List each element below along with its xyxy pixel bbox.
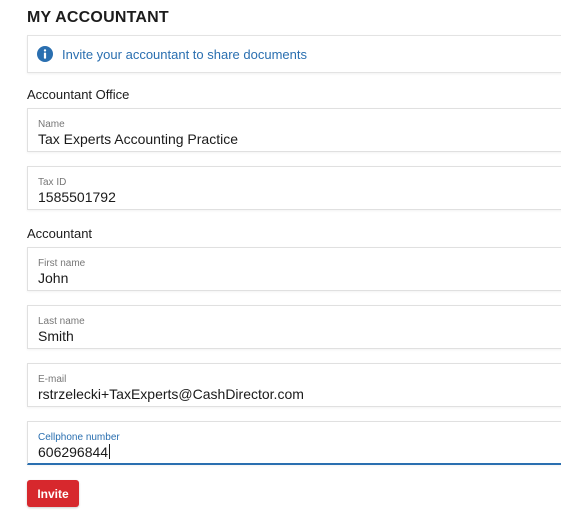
last-name-field-label: Last name xyxy=(38,316,85,327)
cellphone-field[interactable]: Cellphone number 606296844 xyxy=(27,421,561,465)
tax-id-field-value[interactable]: 1585501792 xyxy=(38,189,116,205)
email-field-label: E-mail xyxy=(38,374,67,385)
name-field[interactable]: Name Tax Experts Accounting Practice xyxy=(27,108,561,152)
tax-id-field-label: Tax ID xyxy=(38,177,67,188)
info-text: Invite your accountant to share document… xyxy=(62,46,307,62)
last-name-field-value[interactable]: Smith xyxy=(38,328,74,344)
first-name-field[interactable]: First name John xyxy=(27,247,561,291)
last-name-field[interactable]: Last name Smith xyxy=(27,305,561,349)
first-name-field-value[interactable]: John xyxy=(38,270,68,286)
text-cursor xyxy=(109,444,111,459)
name-field-label: Name xyxy=(38,119,65,130)
email-field[interactable]: E-mail rstrzelecki+TaxExperts@CashDirect… xyxy=(27,363,561,407)
email-field-value[interactable]: rstrzelecki+TaxExperts@CashDirector.com xyxy=(38,386,304,402)
first-name-field-label: First name xyxy=(38,258,86,269)
cellphone-field-value[interactable]: 606296844 xyxy=(38,444,108,460)
my-accountant-page: MY ACCOUNTANT Invite your accountant to … xyxy=(0,0,561,522)
name-field-value[interactable]: Tax Experts Accounting Practice xyxy=(38,131,238,147)
info-icon xyxy=(37,46,53,62)
section-label-accountant-office: Accountant Office xyxy=(27,87,130,102)
info-banner: Invite your accountant to share document… xyxy=(27,35,561,73)
invite-button[interactable]: Invite xyxy=(27,480,79,507)
tax-id-field[interactable]: Tax ID 1585501792 xyxy=(27,166,561,210)
cellphone-field-label: Cellphone number xyxy=(38,432,120,443)
section-label-accountant: Accountant xyxy=(27,226,93,241)
cellphone-field-value-wrap[interactable]: 606296844 xyxy=(38,444,111,460)
page-title: MY ACCOUNTANT xyxy=(27,9,169,26)
